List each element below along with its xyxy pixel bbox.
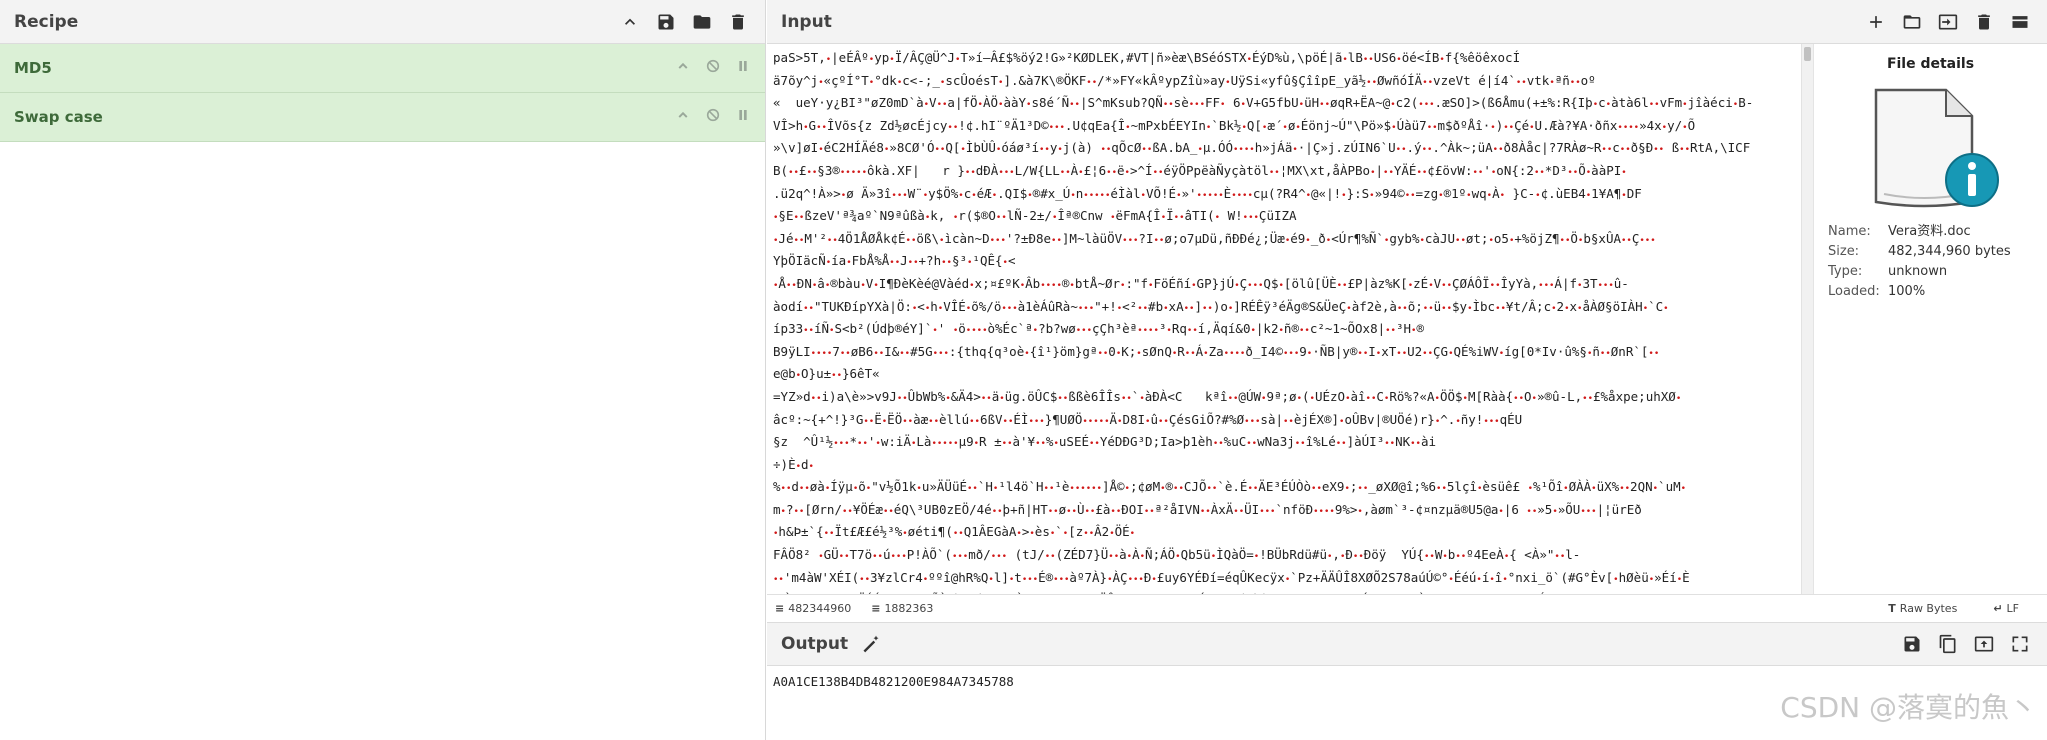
clear-input-icon[interactable] <box>1971 9 1997 35</box>
input-line: e@b•O}u±••}6êT« <box>773 366 880 382</box>
maximise-output-icon[interactable] <box>2007 631 2033 657</box>
operation-name: MD5 <box>14 59 52 77</box>
recipe-header: Recipe <box>0 0 765 44</box>
input-line: FÂÖ8² •GÜ••T7ö••ú•••P!ÀÕ`(•••mð/••• (tJ/… <box>773 547 1581 563</box>
clear-recipe-icon[interactable] <box>725 9 751 35</box>
file-meta: Name: Vera资料.doc Size: 482,344,960 bytes… <box>1828 222 2011 302</box>
meta-row-name: Name: Vera资料.doc <box>1828 222 2011 242</box>
output-textarea[interactable]: A0A1CE138B4DB4821200E984A7345788 CSDN @落… <box>767 666 2047 740</box>
input-line: •h&Þ±`{••Ït£Æ£é½³%•øéti¶(••Q1ÂEGàA•>•ès•… <box>773 524 1136 540</box>
recipe-title: Recipe <box>14 11 79 32</box>
reset-layout-icon[interactable] <box>2007 9 2033 35</box>
meta-row-size: Size: 482,344,960 bytes <box>1828 242 2011 262</box>
return-icon: ↵ <box>1993 602 2003 615</box>
open-folder-icon[interactable] <box>1899 9 1925 35</box>
output-header: Output <box>767 622 2047 666</box>
meta-row-loaded: Loaded: 100% <box>1828 282 2011 302</box>
recipe-panel: Recipe MD5 Swap case <box>0 0 766 740</box>
output-title: Output <box>781 634 849 654</box>
meta-row-type: Type: unknown <box>1828 262 2011 282</box>
length-icon: ≡ <box>775 602 785 615</box>
input-status-bar: ≡ 482344960 ≡ 1882363 T Raw Bytes ↵ LF <box>767 594 2047 622</box>
input-line: ••'m4àW'XÉI(••3¥zlCr4•ººî@hR%Q•l]•t•••É®… <box>773 569 1690 585</box>
operation-name: Swap case <box>14 108 103 126</box>
file-details-panel: File details Name: Vera资料.doc Size: 482,… <box>1813 44 2047 594</box>
recipe-operation-md5[interactable]: MD5 <box>0 44 765 93</box>
input-line: ä7õy^j•«çºÍ°T•°dk•c<-;_•scÛoésT•].&à7K\®… <box>773 72 1596 88</box>
input-line: %••d••øà•Íÿµ•õ•"v½Õ1k•u»ÄÜüÉ••`H•¹l4ö`H•… <box>773 479 1687 495</box>
input-header: Input <box>767 0 2047 44</box>
disable-icon[interactable] <box>705 107 721 127</box>
input-line: B9ÿLI••••7••øB6••I&••#5G•••:{thq{q³oè•{î… <box>773 343 1660 359</box>
file-size-value: 482,344,960 bytes <box>1888 244 2011 259</box>
output-value: A0A1CE138B4DB4821200E984A7345788 <box>773 674 1014 689</box>
save-output-icon[interactable] <box>1899 631 1925 657</box>
text-format-icon: T <box>1888 602 1896 615</box>
watermark: CSDN @落寞的魚丶 <box>1780 691 2037 724</box>
collapse-all-icon[interactable] <box>617 9 643 35</box>
lines-icon: ≡ <box>871 602 881 615</box>
add-tab-icon[interactable] <box>1863 9 1889 35</box>
cyberchef-app: Recipe MD5 Swap case Input paS>5T,•|eÉÂº… <box>0 0 2047 740</box>
meta-key: Size: <box>1828 244 1860 259</box>
input-title: Input <box>781 11 832 32</box>
meta-key: Type: <box>1828 264 1863 279</box>
length-stat: ≡ 482344960 <box>775 602 851 615</box>
meta-key: Name: <box>1828 224 1871 239</box>
open-file-icon[interactable] <box>1935 9 1961 35</box>
meta-key: Loaded: <box>1828 284 1880 299</box>
replace-input-icon[interactable] <box>1971 631 1997 657</box>
eol-label: LF <box>2006 602 2019 615</box>
input-line: íp33••íÑ•S<b²(Údþ®éY]`•' •ö••••ò%Éc`ª•?b… <box>773 321 1424 337</box>
io-area: Input paS>5T,•|eÉÂº•yp•Ï/ÂÇ@Ü^J•T»í–Â£$%… <box>767 0 2047 740</box>
input-line: »\v]øI•éC2HÍÄé8•»8CØ'Ó••Q[•ÌbÙÛ•óáø³í••y… <box>773 140 1751 156</box>
input-line: =YZ»d••i)a\è»>v9J••ÛbWb%•&Ä4>••ä•üg.öÛC$… <box>773 388 1682 404</box>
disable-icon[interactable] <box>705 58 721 78</box>
chevron-up-icon[interactable] <box>675 107 691 127</box>
input-line: àodí••"TUKÐípYXà|Ö:•<•h•VÎÉ•õ%/ö•••à1èÁû… <box>773 298 1669 314</box>
input-line: •Å••ÐN•â•®bàu•V•I¶ÐèKèé@Vàéd•x;¤£ºK•Âb••… <box>773 275 1629 291</box>
encoding-selector[interactable]: T Raw Bytes <box>1888 602 1957 615</box>
encoding-label: Raw Bytes <box>1899 602 1958 615</box>
lines-stat: ≡ 1882363 <box>871 602 933 615</box>
length-value: 482344960 <box>788 602 852 615</box>
input-line: •Jé••M'²••4Ö1ÅØÅk¢É••öß\•ìcàn~D•••'?±Ð8e… <box>773 230 1656 246</box>
input-line: paS>5T,•|eÉÂº•yp•Ï/ÂÇ@Ü^J•T»í–Â£$%öý2!G»… <box>773 50 1521 65</box>
pause-icon[interactable] <box>735 107 751 127</box>
lines-value: 1882363 <box>884 602 934 615</box>
recipe-operation-swap-case[interactable]: Swap case <box>0 93 765 142</box>
input-line: âcº:~{+^!}³G••Ë•ËÖ••àæ••èllú••6ßV••ÉÌ•••… <box>773 411 1523 427</box>
input-line: VÎ>h•G••ÎVõs{z Zd½øcÉjcy••!¢.hI¨ºÄ1³D©••… <box>773 117 1696 133</box>
magic-wand-icon[interactable] <box>858 631 884 657</box>
scroll-thumb[interactable] <box>1804 47 1811 61</box>
input-scrollbar[interactable] <box>1801 44 1813 594</box>
pause-icon[interactable] <box>735 58 751 78</box>
file-loaded-value: 100% <box>1888 284 1926 299</box>
save-recipe-icon[interactable] <box>653 9 679 35</box>
input-line: B(••£••§3®•••••ôkà.XF| r }••dÐÀ•••L/W{LL… <box>773 162 1627 178</box>
input-line: YþÖIäcÑ•ía•FbÅ%Å••J••+?h••§³•¹QÊ{•< <box>773 253 1016 269</box>
input-line: m•?••[Ørn/••¥ÖÉæ••éQ\³UB0zEÖ/4é••þ+ñ|HT•… <box>773 501 1642 517</box>
file-name-value: Vera资料.doc <box>1888 224 1971 239</box>
chevron-up-icon[interactable] <box>675 58 691 78</box>
input-line: « ueY·y¿BI³"øZ0mD`à•V••a|fÖ•ÀÖ•ààY•s8é´Ñ… <box>773 95 1754 111</box>
input-line: .ü2q^!À»>•ø Ä»3î•••W¨•y$Ö%•c•éÆ•.QI$•®#x… <box>773 185 1642 201</box>
input-body: paS>5T,•|eÉÂº•yp•Ï/ÂÇ@Ü^J•T»í–Â£$%öý2!G»… <box>767 44 2047 594</box>
file-details-title: File details <box>1886 56 1975 72</box>
input-line: ÷)È•d• <box>773 456 814 472</box>
eol-selector[interactable]: ↵ LF <box>1993 602 2019 615</box>
load-recipe-icon[interactable] <box>689 9 715 35</box>
file-icon <box>1874 88 1999 208</box>
copy-output-icon[interactable] <box>1935 631 1961 657</box>
file-type-value: unknown <box>1888 264 1948 279</box>
input-line: •§E••ßzeV'ª¾aº`N9ªûßà•k, •r($®O••lÑ-2±/•… <box>773 208 1297 224</box>
input-textarea[interactable]: paS>5T,•|eÉÂº•yp•Ï/ÂÇ@Ü^J•T»í–Â£$%öý2!G»… <box>767 44 1801 594</box>
input-line: §z ^Û¹½•••*••'•w:iÄ•Là•••••µ9•R ±••à'¥••… <box>773 434 1437 450</box>
